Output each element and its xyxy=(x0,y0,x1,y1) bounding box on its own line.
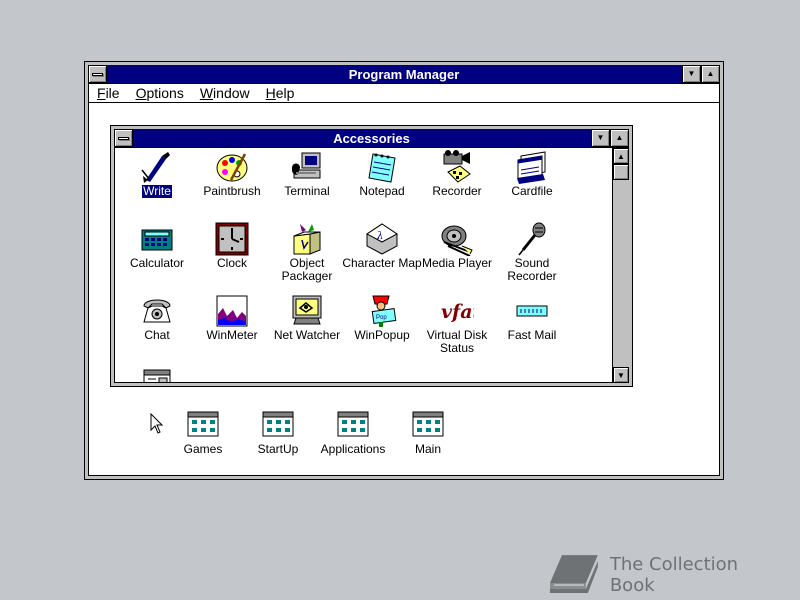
book-icon xyxy=(549,555,598,593)
sound-recorder-icon xyxy=(518,222,546,256)
calculator-icon xyxy=(141,229,173,251)
menu-file[interactable]: File xyxy=(89,85,128,101)
app-icon-recorder[interactable]: Recorder xyxy=(415,150,499,198)
scroll-thumb[interactable] xyxy=(613,164,629,180)
watermark: The Collection Book xyxy=(548,552,788,598)
accessories-titlebar[interactable]: Accessories ▼ ▲ xyxy=(114,129,629,148)
app-icon-notepad[interactable]: Notepad xyxy=(340,150,424,198)
accessories-system-menu-button[interactable] xyxy=(114,129,133,147)
window-title: Program Manager xyxy=(348,66,460,82)
accessories-minimize-button[interactable]: ▼ xyxy=(591,129,610,147)
maximize-icon: ▲ xyxy=(615,133,624,142)
app-icon-paintbrush[interactable]: Paintbrush xyxy=(190,150,274,198)
app-icon-media-player[interactable]: Media Player xyxy=(415,222,499,270)
mouse-cursor-icon xyxy=(150,413,164,434)
terminal-icon xyxy=(292,152,321,179)
program-group-icon xyxy=(412,411,444,437)
object-packager-icon xyxy=(293,224,321,255)
app-icon-fast-mail[interactable]: Fast Mail xyxy=(490,294,574,342)
window-icon xyxy=(143,369,171,382)
net-watcher-icon xyxy=(292,295,322,325)
group-label: Games xyxy=(183,442,223,456)
winmeter-icon xyxy=(216,295,248,327)
scroll-up-icon: ▲ xyxy=(617,151,625,161)
minimize-button[interactable]: ▼ xyxy=(682,65,701,83)
watermark-text: The Collection Book xyxy=(609,554,739,596)
app-icon-net-watcher[interactable]: Net Watcher xyxy=(265,294,349,342)
system-menu-button[interactable] xyxy=(88,65,107,83)
paintbrush-icon xyxy=(216,153,248,182)
system-menu-icon xyxy=(118,136,129,140)
app-icon-sound-recorder[interactable]: Sound Recorder xyxy=(490,222,574,283)
recorder-icon xyxy=(443,150,471,183)
group-label: Main xyxy=(414,442,441,456)
group-icon-games[interactable]: Games xyxy=(161,408,245,456)
app-icon-winpopup[interactable]: Pop WinPopup xyxy=(340,294,424,342)
write-icon xyxy=(141,152,170,183)
svg-text:vfat: vfat xyxy=(441,301,474,323)
scroll-up-button[interactable]: ▲ xyxy=(613,148,629,164)
app-icon-character-map[interactable]: λ Character Map xyxy=(340,222,424,270)
app-icon-winmeter[interactable]: WinMeter xyxy=(190,294,274,342)
clock-icon xyxy=(215,222,249,256)
virtual-disk-icon: vfat xyxy=(441,301,474,323)
group-label: StartUp xyxy=(257,442,299,456)
media-player-icon xyxy=(441,225,473,256)
winpopup-icon: Pop xyxy=(371,295,397,327)
program-manager-titlebar[interactable]: Program Manager ▼ ▲ xyxy=(88,65,720,84)
program-group-icon xyxy=(262,411,294,437)
app-icon-virtual-disk-status[interactable]: vfat Virtual Disk Status xyxy=(415,294,499,355)
app-icon-partial[interactable] xyxy=(115,366,199,382)
group-icon-startup[interactable]: StartUp xyxy=(236,408,320,456)
app-icon-object-packager[interactable]: Object Packager xyxy=(265,222,349,283)
menu-options[interactable]: Options xyxy=(128,85,192,101)
menu-help[interactable]: Help xyxy=(258,85,303,101)
group-label: Applications xyxy=(320,442,386,456)
group-icon-main[interactable]: Main xyxy=(386,408,470,456)
menu-bar: File Options Window Help xyxy=(89,84,719,103)
cardfile-icon xyxy=(517,151,546,184)
minimize-icon: ▼ xyxy=(687,69,696,78)
fast-mail-icon xyxy=(516,305,548,317)
svg-text:λ: λ xyxy=(376,231,383,242)
group-icon-applications[interactable]: Applications xyxy=(311,408,395,456)
maximize-button[interactable]: ▲ xyxy=(701,65,720,83)
maximize-icon: ▲ xyxy=(706,69,715,78)
system-menu-icon xyxy=(92,72,103,76)
chat-icon xyxy=(143,299,171,323)
menu-window[interactable]: Window xyxy=(192,85,258,101)
scroll-down-button[interactable]: ▼ xyxy=(613,367,629,383)
app-icon-calculator[interactable]: Calculator xyxy=(115,222,199,270)
accessories-vertical-scrollbar[interactable]: ▲ ▼ xyxy=(612,148,629,383)
accessories-icon-area: Write Paintbrush Terminal Notepad Record… xyxy=(115,148,611,382)
notepad-icon xyxy=(368,153,396,183)
svg-text:Pop: Pop xyxy=(376,315,387,321)
app-icon-terminal[interactable]: Terminal xyxy=(265,150,349,198)
scroll-down-icon: ▼ xyxy=(617,370,625,380)
app-icon-clock[interactable]: Clock xyxy=(190,222,274,270)
accessories-title: Accessories xyxy=(333,130,410,146)
app-icon-write[interactable]: Write xyxy=(115,150,199,198)
character-map-icon: λ xyxy=(366,223,398,255)
accessories-window[interactable]: Accessories ▼ ▲ Write Paintbrush Termina… xyxy=(110,125,633,387)
accessories-maximize-button[interactable]: ▲ xyxy=(610,129,629,147)
minimize-icon: ▼ xyxy=(596,133,605,142)
program-group-icon xyxy=(187,411,219,437)
app-icon-cardfile[interactable]: Cardfile xyxy=(490,150,574,198)
program-group-icon xyxy=(337,411,369,437)
app-icon-chat[interactable]: Chat xyxy=(115,294,199,342)
